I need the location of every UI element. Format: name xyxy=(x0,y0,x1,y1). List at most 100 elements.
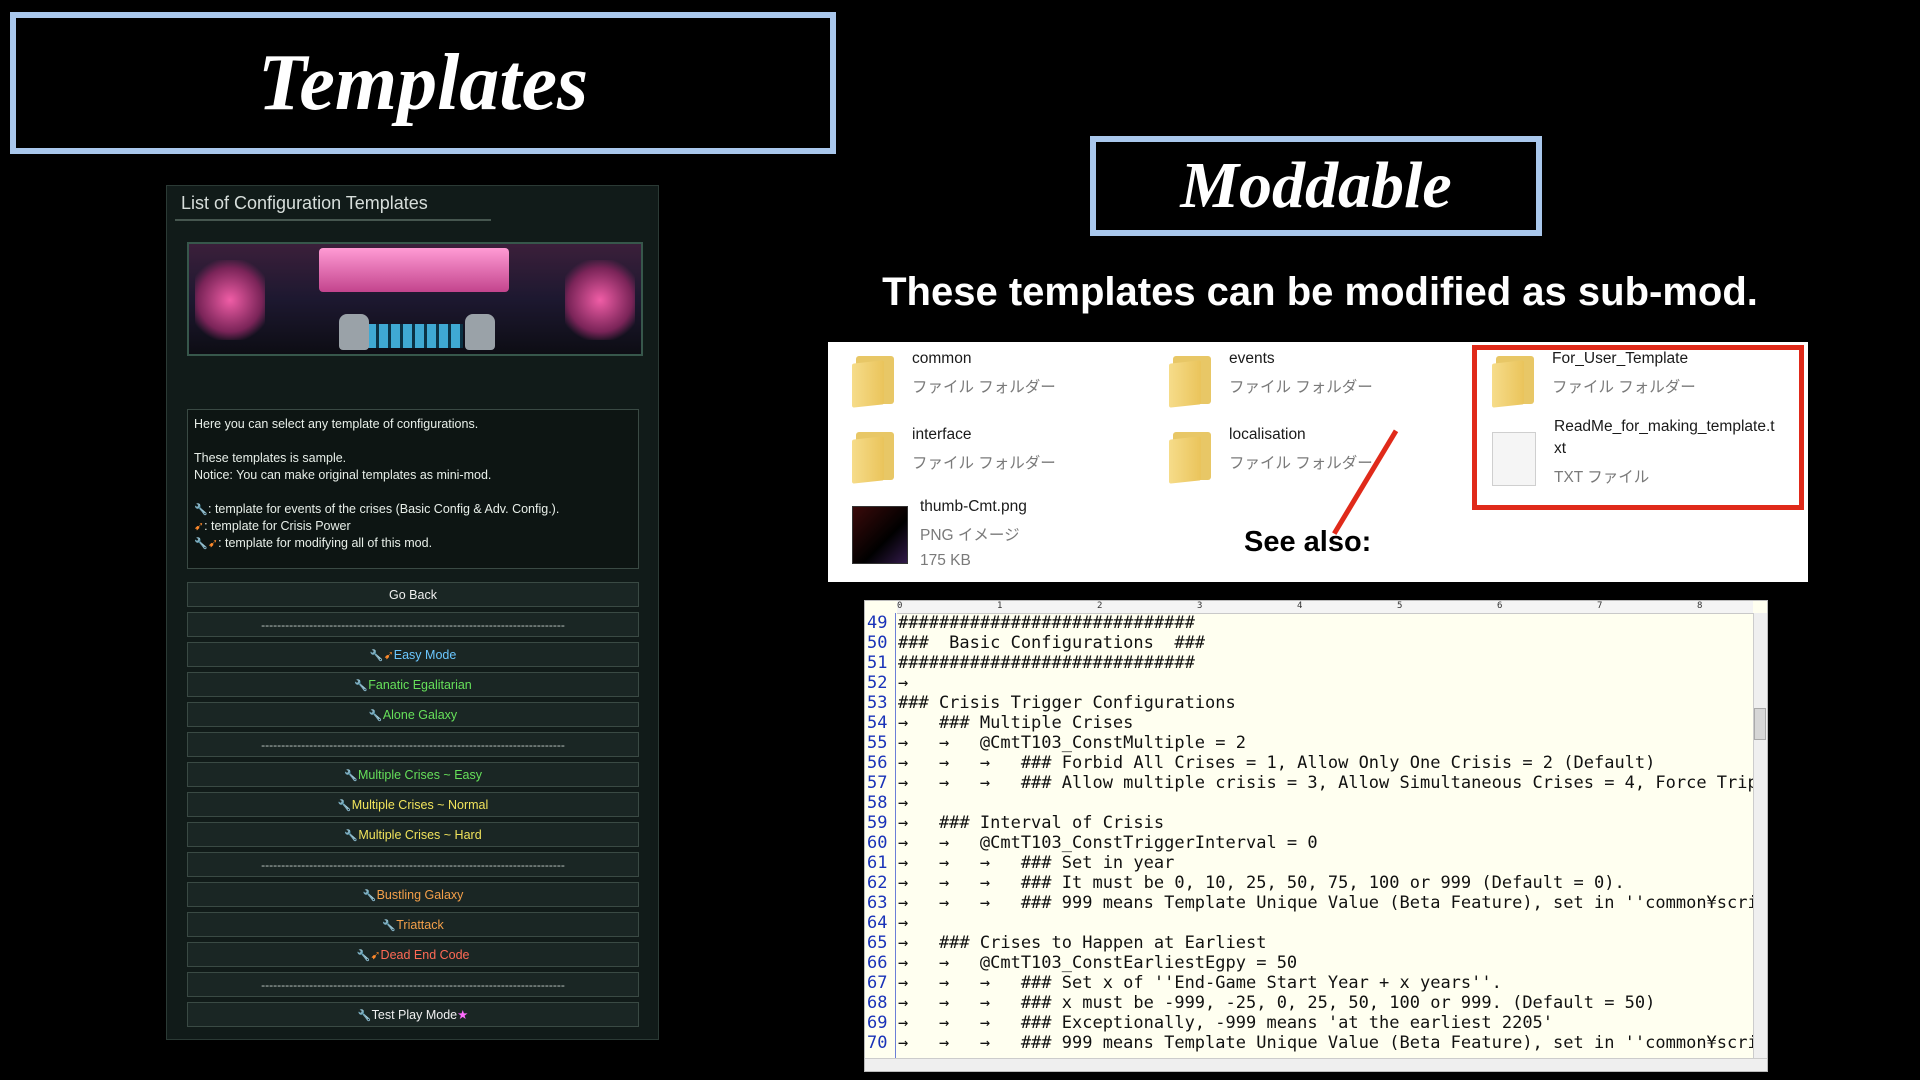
template-button-label: Multiple Crises ~ Hard xyxy=(358,827,482,842)
code-line[interactable]: → → → ### Forbid All Crises = 1, Allow O… xyxy=(898,753,1655,773)
wrench-icon: 🔧 xyxy=(194,504,208,516)
code-line[interactable]: → → → ### 999 means Template Unique Valu… xyxy=(898,893,1767,913)
info-text: Here you can select any template of conf… xyxy=(194,417,479,431)
line-number: 68 xyxy=(867,993,888,1013)
template-button[interactable]: 🔧 ➹ Easy Mode xyxy=(187,642,639,667)
moddable-title: Moddable xyxy=(1180,149,1452,222)
file-name: common xyxy=(912,350,972,367)
wrench-icon: 🔧 xyxy=(369,649,384,662)
template-button-label: Dead End Code xyxy=(380,947,470,962)
line-number: 65 xyxy=(867,933,888,953)
separator-row: ----------------------------------------… xyxy=(187,612,639,637)
separator-line: ----------------------------------------… xyxy=(261,857,565,872)
file-type: ファイル フォルダー xyxy=(1229,379,1373,396)
template-button[interactable]: 🔧 Multiple Crises ~ Hard xyxy=(187,822,639,847)
ruler-tick: 3 xyxy=(1197,601,1203,611)
line-number: 64 xyxy=(867,913,888,933)
code-line[interactable]: → → → ### x must be -999, -25, 0, 25, 50… xyxy=(898,993,1655,1013)
template-button[interactable]: 🔧 Bustling Galaxy xyxy=(187,882,639,907)
line-number: 53 xyxy=(867,693,888,713)
template-button[interactable]: Go Back xyxy=(187,582,639,607)
template-button-label: Fanatic Egalitarian xyxy=(368,677,472,692)
wrench-icon: 🔧 xyxy=(362,889,377,902)
image-thumbnail-icon xyxy=(852,506,908,564)
code-line[interactable]: → → → ### Exceptionally, -999 means 'at … xyxy=(898,1013,1553,1033)
info-line xyxy=(194,484,632,501)
template-button[interactable]: 🔧 Triattack xyxy=(187,912,639,937)
code-line[interactable]: → → → ### It must be 0, 10, 25, 50, 75, … xyxy=(898,873,1625,893)
wrench-icon: 🔧 xyxy=(344,769,358,782)
line-number: 52 xyxy=(867,673,888,693)
info-line: ➹: template for Crisis Power xyxy=(194,518,632,535)
code-line[interactable]: → → → ### Set x of ''End-Game Start Year… xyxy=(898,973,1502,993)
ruler-tick: 7 xyxy=(1597,601,1603,611)
info-line: Here you can select any template of conf… xyxy=(194,416,632,433)
code-line[interactable]: → → → ### 999 means Template Unique Valu… xyxy=(898,1033,1767,1053)
code-line[interactable]: → → → ### Set in year xyxy=(898,853,1174,873)
code-line[interactable]: → → @CmtT103_ConstTriggerInterval = 0 xyxy=(898,833,1318,853)
explorer-item[interactable]: thumb-Cmt.png PNG イメージ 175 KB xyxy=(852,498,1027,570)
wrench-icon: 🔧 xyxy=(356,949,371,962)
line-number: 62 xyxy=(867,873,888,893)
ruler-tick: 6 xyxy=(1497,601,1503,611)
explorer-item[interactable]: interface ファイル フォルダー xyxy=(852,426,1056,484)
code-line[interactable]: → xyxy=(898,913,939,933)
code-line[interactable]: → ### Crises to Happen at Earliest xyxy=(898,933,1266,953)
info-line: These templates is sample. xyxy=(194,450,632,467)
see-also-label: See also: xyxy=(1244,526,1372,558)
code-line[interactable]: ### Basic Configurations ### xyxy=(898,633,1205,653)
template-button[interactable]: 🔧 Multiple Crises ~ Normal xyxy=(187,792,639,817)
ruler-tick: 4 xyxy=(1297,601,1303,611)
text-editor[interactable]: 012345678 49 50 51 52 53 54 55 56 57 58 59 60 61 62 63… xyxy=(864,600,1768,1072)
code-line[interactable]: → → @CmtT103_ConstMultiple = 2 xyxy=(898,733,1246,753)
horizontal-scrollbar[interactable] xyxy=(865,1058,1767,1071)
line-number: 54 xyxy=(867,713,888,733)
explorer-item[interactable]: common ファイル フォルダー xyxy=(852,350,1056,408)
vertical-scroll-thumb[interactable] xyxy=(1754,708,1766,740)
subtitle: These templates can be modified as sub-m… xyxy=(882,270,1758,314)
separator-row: ----------------------------------------… xyxy=(187,972,639,997)
code-line[interactable]: ### Crisis Trigger Configurations xyxy=(898,693,1236,713)
templates-title-box: Templates xyxy=(10,12,836,154)
line-number-gutter: 49 50 51 52 53 54 55 56 57 58 59 60 61 62 63 64 65 66 67 68… xyxy=(865,613,896,1059)
separator-line: ----------------------------------------… xyxy=(261,617,565,632)
panel-header-underline xyxy=(175,219,491,221)
code-line[interactable]: → ### Multiple Crises xyxy=(898,713,1133,733)
info-line: 🔧: template for events of the crises (Ba… xyxy=(194,501,632,518)
info-text: : template for Crisis Power xyxy=(204,519,351,533)
template-button[interactable]: 🔧 Fanatic Egalitarian xyxy=(187,672,639,697)
line-number: 63 xyxy=(867,893,888,913)
template-button[interactable]: 🔧 Multiple Crises ~ Easy xyxy=(187,762,639,787)
line-number: 55 xyxy=(867,733,888,753)
info-text-box: Here you can select any template of conf… xyxy=(187,409,639,569)
vertical-scrollbar[interactable] xyxy=(1753,613,1767,1059)
file-name: interface xyxy=(912,426,972,443)
code-line[interactable]: → xyxy=(898,673,939,693)
code-line[interactable]: ############################# xyxy=(898,653,1195,673)
code-line[interactable]: → ### Interval of Crisis xyxy=(898,813,1164,833)
code-line[interactable]: → → → ### Allow multiple crisis = 3, All… xyxy=(898,773,1767,793)
wrench-icon: 🔧 xyxy=(337,799,352,812)
line-number: 70 xyxy=(867,1033,888,1053)
moddable-title-box: Moddable xyxy=(1090,136,1542,236)
template-button[interactable]: 🔧 ➹ Dead End Code xyxy=(187,942,639,967)
file-type: PNG イメージ xyxy=(920,527,1020,544)
explorer-item[interactable]: events ファイル フォルダー xyxy=(1169,350,1373,408)
folder-icon xyxy=(1169,350,1215,408)
explorer-item[interactable]: localisation ファイル フォルダー xyxy=(1169,426,1373,484)
line-number: 61 xyxy=(867,853,888,873)
line-number: 58 xyxy=(867,793,888,813)
line-number: 66 xyxy=(867,953,888,973)
separator-row: ----------------------------------------… xyxy=(187,852,639,877)
template-button[interactable]: 🔧 Alone Galaxy xyxy=(187,702,639,727)
wrench-icon: 🔧 xyxy=(368,709,383,722)
wrench-icon: 🔧 xyxy=(357,1009,372,1022)
code-line[interactable]: ############################# xyxy=(898,613,1195,633)
template-button-label: Multiple Crises ~ Normal xyxy=(351,797,489,812)
code-line[interactable]: → → @CmtT103_ConstEarliestEgpy = 50 xyxy=(898,953,1297,973)
template-button[interactable]: 🔧 Test Play Mode ★ xyxy=(187,1002,639,1027)
ruler-tick: 2 xyxy=(1097,601,1103,611)
file-type: ファイル フォルダー xyxy=(1229,455,1373,472)
file-size: 175 KB xyxy=(920,552,971,569)
code-line[interactable]: → xyxy=(898,793,939,813)
